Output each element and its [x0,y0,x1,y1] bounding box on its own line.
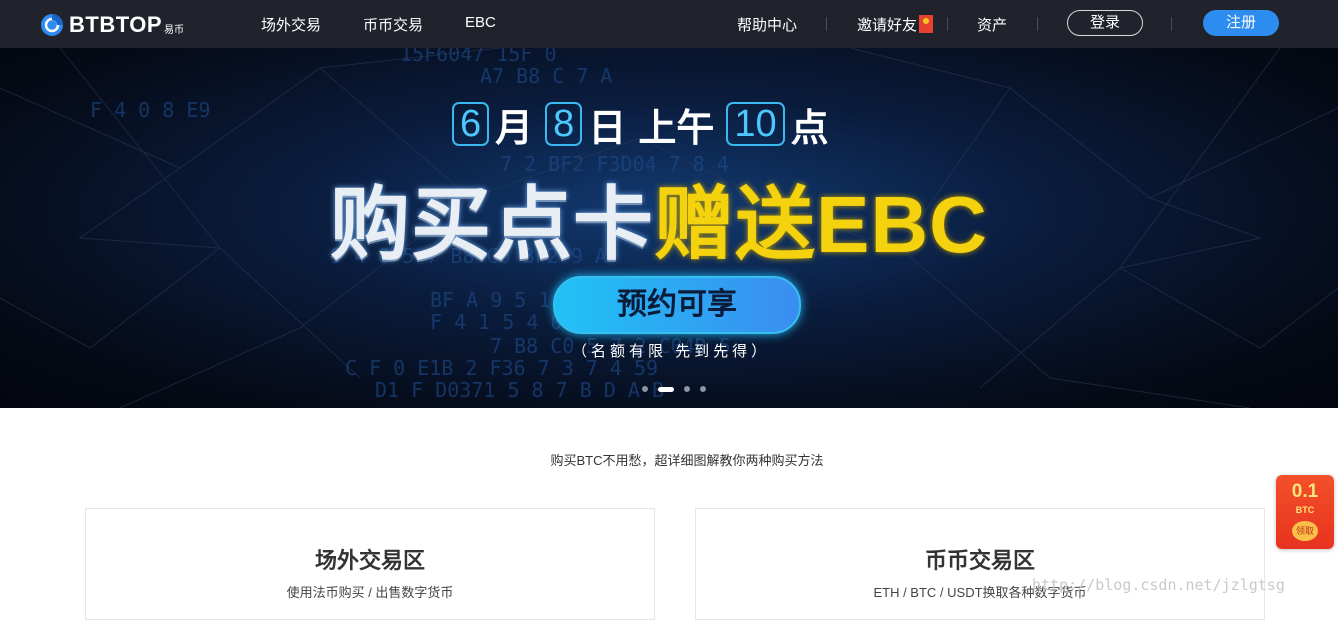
logo[interactable]: BTBTOP 易币 [40,12,184,38]
red-envelope-icon [919,15,934,33]
card-title: 币币交易区 [924,548,1035,573]
date-month-value: 6 [452,102,490,146]
reward-amount: 0.1 [1291,481,1319,502]
card-title: 场外交易区 [314,548,425,573]
hex-digits-decoration: F 4 0 8 E9 [90,98,211,122]
reward-unit: BTC [1295,505,1315,515]
top-nav-bar: BTBTOP 易币 场外交易 币币交易 EBC 帮助中心 邀请好友 资产 登录 … [0,0,1338,48]
watermark-text: http://blog.csdn.net/jzlgtsg [1032,576,1285,594]
logo-subtext: 易币 [164,24,185,36]
register-button[interactable]: 注册 [1203,10,1279,36]
nav-invite-friends[interactable]: 邀请好友 [857,14,934,35]
nav-ebc[interactable]: EBC [465,14,496,31]
nav-otc-trade[interactable]: 场外交易 [261,14,321,35]
carousel-dot[interactable] [700,386,706,392]
invite-label: 邀请好友 [857,17,918,34]
logo-icon [41,14,63,36]
date-hour-unit: 点 [790,107,829,150]
date-day-unit: 日 [588,107,627,150]
card-description: 使用法币购买 / 出售数字货币 [286,585,454,600]
logo-text: BTBTOP [69,12,163,37]
claim-button[interactable]: 领取 [1292,521,1318,541]
coin-zone-card[interactable]: 币币交易区 ETH / BTC / USDT换取各种数字货币 [695,508,1265,620]
nav-divider [947,17,948,31]
nav-divider [1171,17,1172,31]
otc-zone-card[interactable]: 场外交易区 使用法币购买 / 出售数字货币 [85,508,655,620]
nav-coin-trade[interactable]: 币币交易 [363,14,423,35]
date-day-value: 8 [545,102,583,146]
date-period: 上午 [638,107,715,150]
promo-banner[interactable]: 15F6047 15F 0 A7 B8 C 7 A F 4 0 8 E9 7 2… [0,48,1338,408]
headline-yellow-text: 赠送EBC [654,180,988,269]
reserve-button[interactable]: 预约可享 [553,276,801,334]
date-month-unit: 月 [495,107,534,150]
headline-white-text: 购买点卡 [330,180,654,269]
carousel-dot-active[interactable] [658,386,674,392]
nav-assets[interactable]: 资产 [977,14,1007,35]
nav-help-center[interactable]: 帮助中心 [737,14,797,35]
event-date: 6 月 8 日 上午 10 点 [452,101,841,150]
hex-digits-decoration: A7 B8 C 7 A [480,64,613,88]
carousel-indicators [642,386,716,392]
login-button[interactable]: 登录 [1067,10,1143,36]
cta-note: （名额有限 先到先得） [572,343,771,360]
section-tagline: 购买BTC不用愁，超详细图解教你两种购买方法 [550,453,824,468]
nav-divider [826,17,827,31]
banner-headline: 购买点卡赠送EBC [330,160,988,276]
carousel-dot[interactable] [684,386,690,392]
carousel-dot[interactable] [642,386,648,392]
btc-reward-widget[interactable]: 0.1 BTC 领取 [1276,475,1334,549]
date-hour-value: 10 [726,102,785,146]
hex-digits-decoration: D1 F D0371 5 8 7 B D A B [375,378,664,402]
nav-divider [1037,17,1038,31]
